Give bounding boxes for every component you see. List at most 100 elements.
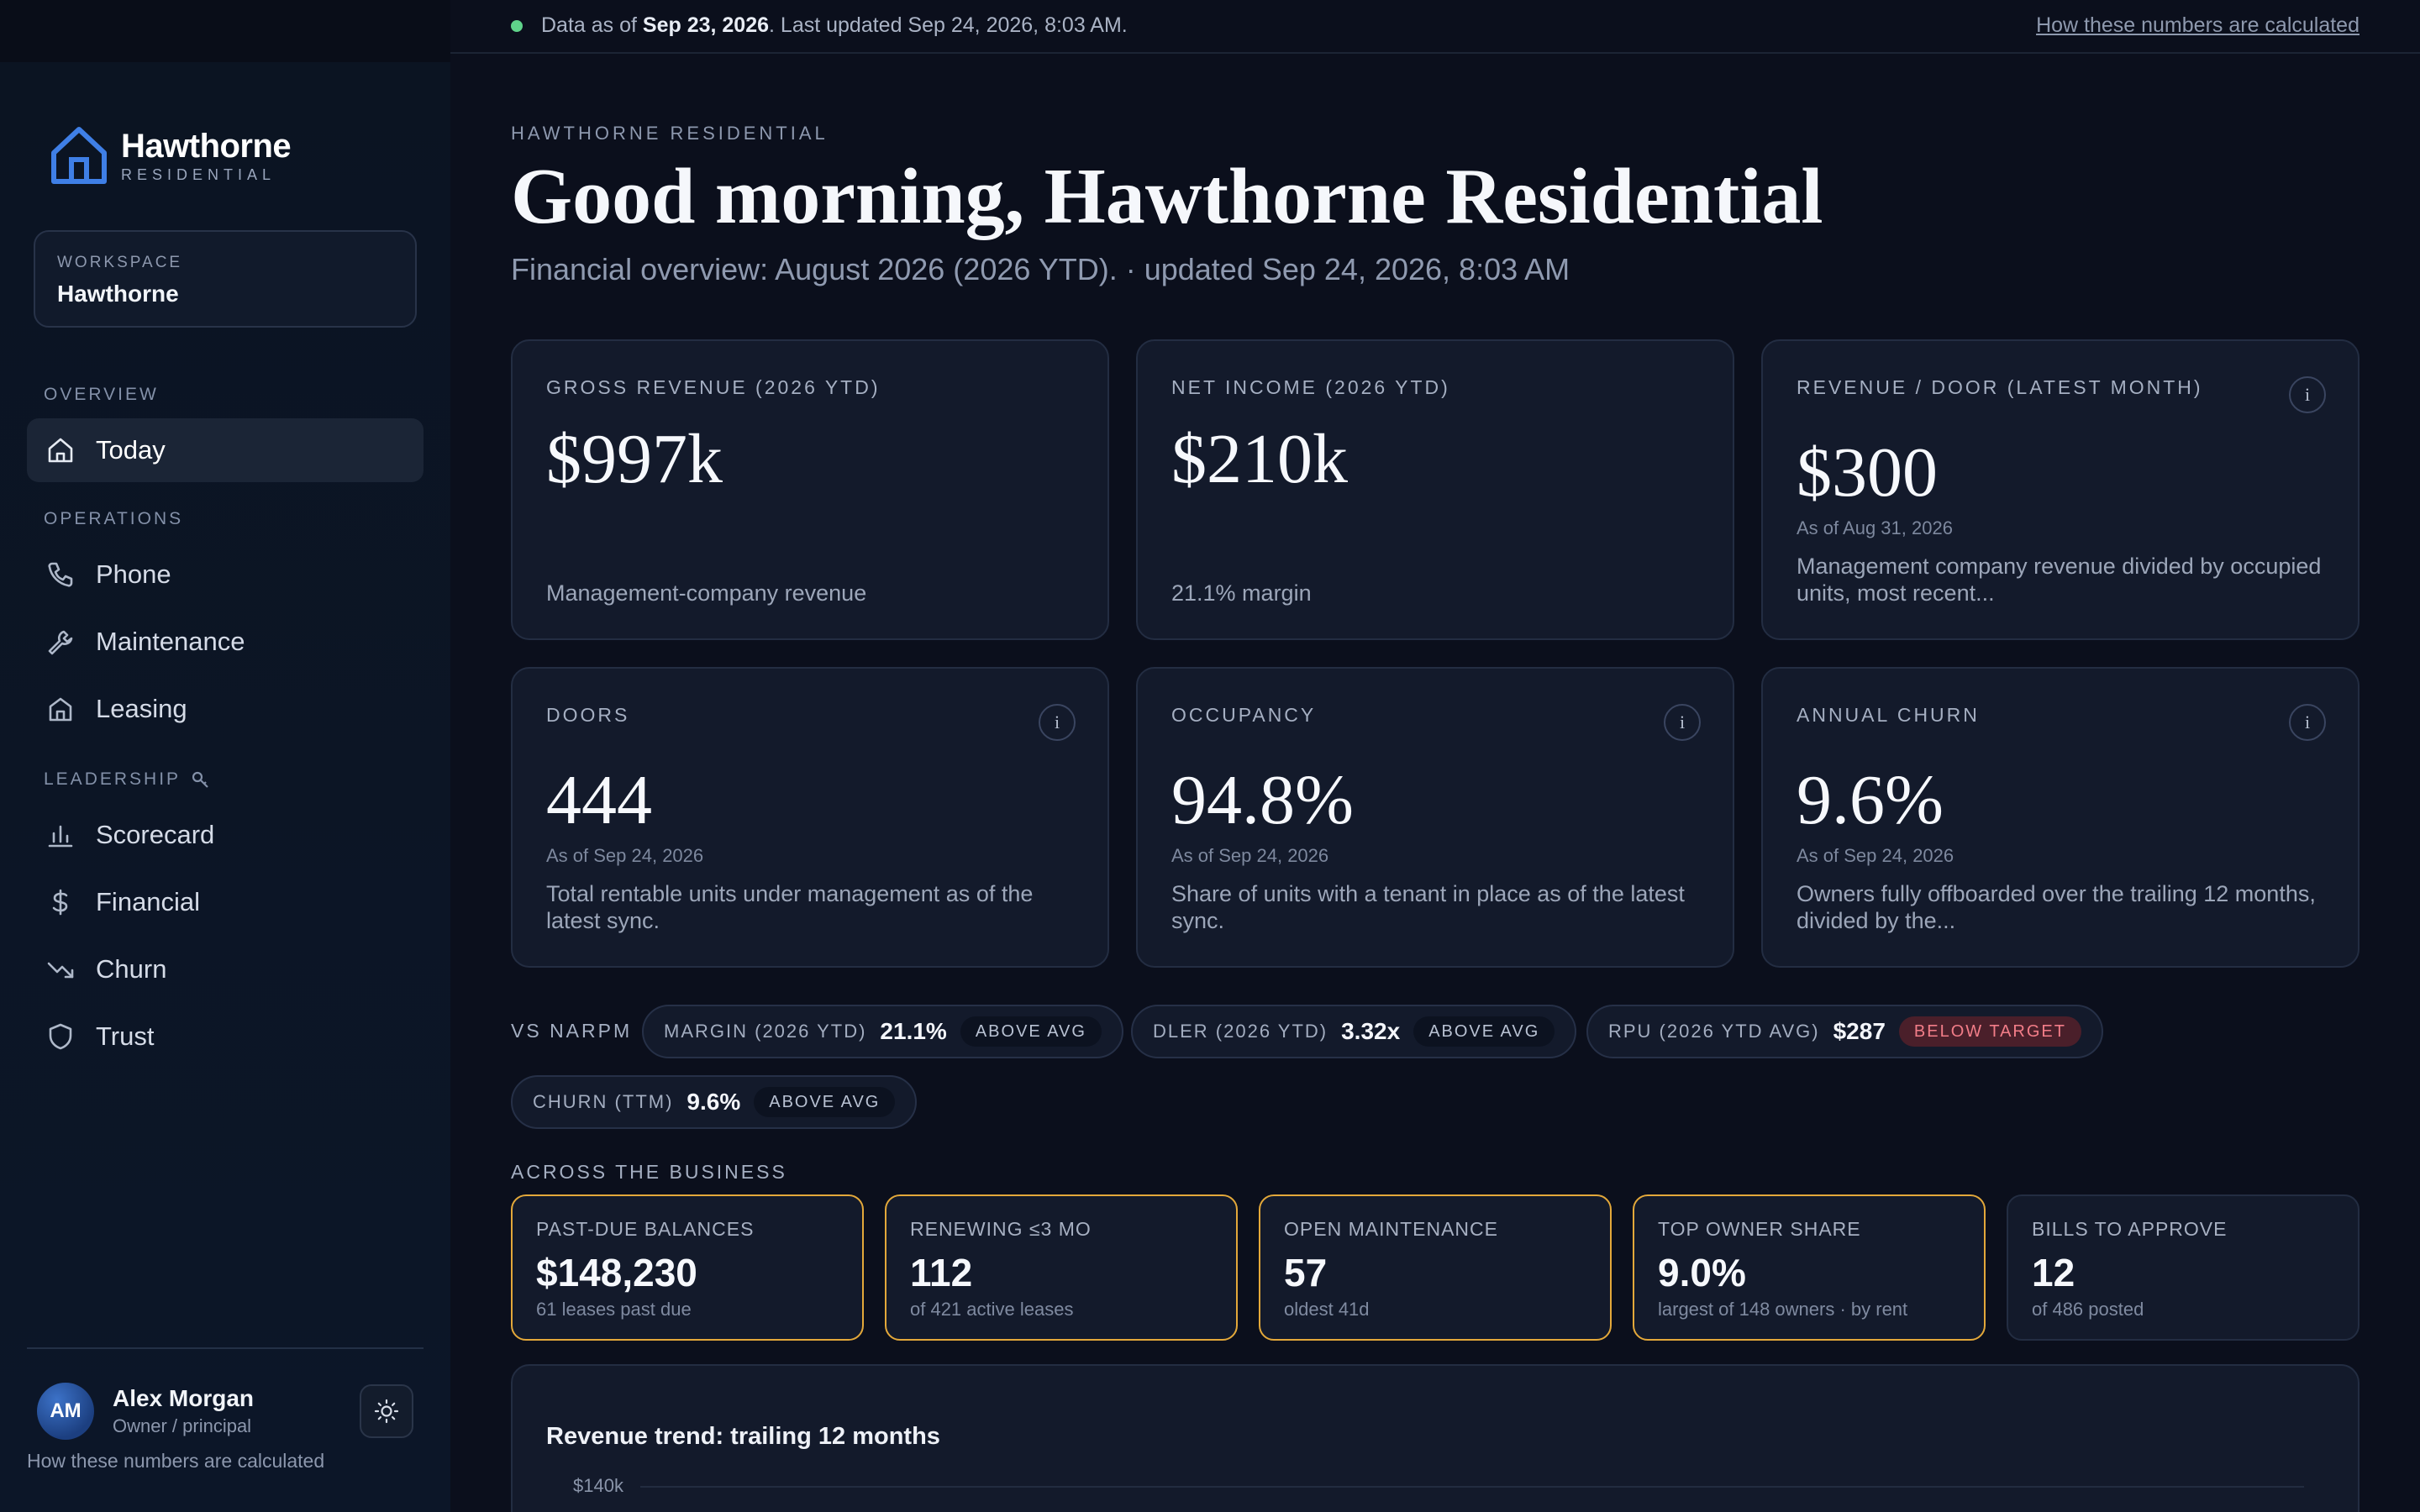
info-icon[interactable]: i [1039,704,1076,741]
kpi-description: Management-company revenue [546,580,867,606]
sidebar-item-phone[interactable]: Phone [27,543,424,606]
info-icon[interactable]: i [2289,704,2326,741]
kpi-card-annual-churn[interactable]: ANNUAL CHURN i 9.6% As of Sep 24, 2026 O… [1761,667,2360,968]
chart-gridline [640,1486,2304,1488]
workspace-switcher[interactable]: WORKSPACE Hawthorne [34,230,417,328]
kpi-card-gross-revenue[interactable]: GROSS REVENUE (2026 YTD) $997k Managemen… [511,339,1109,640]
status-badge: ABOVE AVG [1413,1016,1555,1047]
pill-label: DLER (2026 YTD) [1153,1021,1328,1042]
theme-toggle-button[interactable] [360,1384,413,1438]
sidebar-item-financial[interactable]: Financial [27,870,424,934]
metric-card-past-due[interactable]: PAST-DUE BALANCES $148,230 61 leases pas… [511,1194,864,1341]
metric-card-renewing[interactable]: RENEWING ≤3 MO 112 of 421 active leases [885,1194,1238,1341]
brand-logo[interactable]: Hawthorne RESIDENTIAL [49,124,292,186]
kpi-card-net-income[interactable]: NET INCOME (2026 YTD) $210k 21.1% margin [1136,339,1734,640]
pill-label: RPU (2026 YTD AVG) [1608,1021,1820,1042]
sun-icon [374,1399,399,1424]
sidebar-item-today[interactable]: Today [27,418,424,482]
wrench-icon [48,630,73,655]
sidebar-item-label: Maintenance [96,627,245,656]
kpi-label: ANNUAL CHURN [1797,704,1980,726]
info-icon[interactable]: i [1664,704,1701,741]
kpi-value: $997k [546,420,723,498]
kpi-card-occupancy[interactable]: OCCUPANCY i 94.8% As of Sep 24, 2026 Sha… [1136,667,1734,968]
user-role: Owner / principal [113,1415,252,1436]
brand-subtitle: RESIDENTIAL [121,165,276,183]
pill-label: MARGIN (2026 YTD) [664,1021,867,1042]
status-badge: ABOVE AVG [754,1087,896,1117]
benchmark-pill-rpu[interactable]: RPU (2026 YTD AVG) $287 BELOW TARGET [1586,1005,2103,1058]
trending-down-icon [47,962,74,979]
kpi-label: GROSS REVENUE (2026 YTD) [546,376,881,398]
sidebar-item-label: Trust [96,1021,155,1051]
sidebar-item-leasing[interactable]: Leasing [27,677,424,741]
sidebar-item-scorecard[interactable]: Scorecard [27,803,424,867]
kpi-description: 21.1% margin [1171,580,1312,606]
metric-label: PAST-DUE BALANCES [536,1218,755,1240]
sidebar-divider [27,1347,424,1349]
workspace-label: WORKSPACE [57,254,183,271]
key-icon [192,771,208,788]
phone-icon [48,562,73,587]
info-icon[interactable]: i [2289,376,2326,413]
revenue-trend-title: Revenue trend: trailing 12 months [546,1423,940,1450]
metric-subtext: 61 leases past due [536,1299,692,1320]
home-icon [48,438,73,463]
kpi-value: $210k [1171,420,1348,498]
metric-card-open-maintenance[interactable]: OPEN MAINTENANCE 57 oldest 41d [1259,1194,1612,1341]
metric-subtext: largest of 148 owners · by rent [1658,1299,1908,1320]
pill-value: 3.32x [1341,1018,1401,1044]
benchmark-pill-margin[interactable]: MARGIN (2026 YTD) 21.1% ABOVE AVG [642,1005,1123,1058]
kpi-card-doors[interactable]: DOORS i 444 As of Sep 24, 2026 Total ren… [511,667,1109,968]
sidebar-item-trust[interactable]: Trust [27,1005,424,1068]
metric-subtext: oldest 41d [1284,1299,1370,1320]
revenue-trend-card: Revenue trend: trailing 12 months $140k [511,1364,2360,1512]
metric-value: 57 [1284,1251,1328,1294]
user-name: Alex Morgan [113,1385,255,1411]
status-badge: ABOVE AVG [960,1016,1102,1047]
sidebar-top-band [0,0,450,62]
y-axis-tick-label: $140k [573,1475,623,1496]
building-icon [49,697,72,722]
status-badge: BELOW TARGET [1898,1016,2081,1047]
kpi-label: REVENUE / DOOR (LATEST MONTH) [1797,376,2203,398]
avatar: AM [37,1383,94,1440]
sidebar-item-maintenance[interactable]: Maintenance [27,610,424,674]
nav-section-overview: OVERVIEW [44,385,159,404]
benchmark-pill-churn[interactable]: CHURN (TTM) 9.6% ABOVE AVG [511,1075,918,1129]
kpi-label: DOORS [546,704,630,726]
kpi-description: Owners fully offboarded over the trailin… [1797,881,2316,933]
nav-section-leadership: LEADERSHIP [44,769,209,790]
sidebar-item-churn[interactable]: Churn [27,937,424,1001]
calculation-help-link[interactable]: How these numbers are calculated [27,1450,324,1473]
nav-section-leadership-label: LEADERSHIP [44,769,182,789]
kpi-label: NET INCOME (2026 YTD) [1171,376,1450,398]
metric-subtext: of 486 posted [2032,1299,2144,1320]
pill-value: 21.1% [880,1018,947,1044]
kpi-description: Management company revenue divided by oc… [1797,554,2322,606]
metric-card-bills-to-approve[interactable]: BILLS TO APPROVE 12 of 486 posted [2007,1194,2360,1341]
kpi-description: Share of units with a tenant in place as… [1171,881,1685,933]
kpi-value: $300 [1797,433,1938,512]
workspace-name: Hawthorne [57,281,179,307]
sidebar: Hawthorne RESIDENTIAL WORKSPACE Hawthorn… [0,0,450,1512]
company-eyebrow: HAWTHORNE RESIDENTIAL [511,123,829,144]
kpi-description: Total rentable units under management as… [546,881,1034,933]
metric-label: BILLS TO APPROVE [2032,1218,2228,1240]
metric-value: 112 [910,1251,973,1294]
user-profile[interactable]: AM Alex Morgan Owner / principal [37,1383,254,1440]
metric-label: RENEWING ≤3 MO [910,1218,1092,1240]
metric-value: 12 [2032,1251,2075,1294]
benchmark-label: VS NARPM [511,1020,633,1042]
kpi-as-of: As of Sep 24, 2026 [1171,845,1329,866]
metric-card-top-owner-share[interactable]: TOP OWNER SHARE 9.0% largest of 148 owne… [1633,1194,1986,1341]
pill-label: CHURN (TTM) [533,1091,674,1112]
kpi-card-revenue-per-door[interactable]: REVENUE / DOOR (LATEST MONTH) i $300 As … [1761,339,2360,640]
kpi-as-of: As of Sep 24, 2026 [1797,845,1954,866]
kpi-value: 444 [546,761,652,839]
nav-section-operations: OPERATIONS [44,509,184,528]
benchmark-pill-dler[interactable]: DLER (2026 YTD) 3.32x ABOVE AVG [1131,1005,1577,1058]
shield-icon [49,1023,72,1050]
metric-value: 9.0% [1658,1251,1746,1294]
main-content: HAWTHORNE RESIDENTIAL Good morning, Hawt… [511,0,2360,1512]
